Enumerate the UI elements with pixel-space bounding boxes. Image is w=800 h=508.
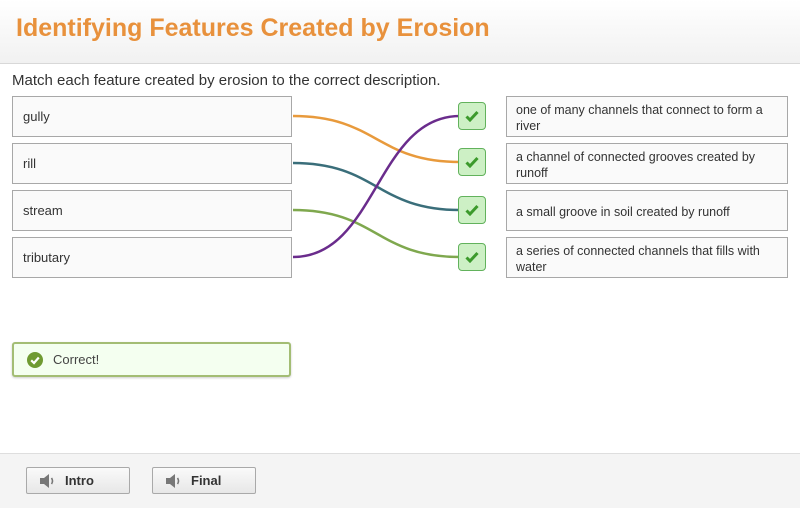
match-line-stream <box>292 208 461 259</box>
description-label: a channel of connected grooves created b… <box>516 150 756 180</box>
description-0[interactable]: one of many channels that connect to for… <box>506 96 788 137</box>
final-label: Final <box>191 473 222 488</box>
description-label: one of many channels that connect to for… <box>516 103 763 133</box>
description-label: a small groove in soil created by runoff <box>516 205 730 219</box>
speaker-icon <box>39 473 57 489</box>
description-1[interactable]: a channel of connected grooves created b… <box>506 143 788 184</box>
check-circle-icon <box>27 351 43 368</box>
feedback-banner: Correct! <box>12 342 291 377</box>
match-line-gully <box>292 114 461 164</box>
final-audio-button[interactable]: Final <box>152 467 256 494</box>
description-label: a series of connected channels that fill… <box>516 244 760 274</box>
term-label: tributary <box>23 250 70 265</box>
match-line-tributary <box>292 114 461 259</box>
term-gully[interactable]: gully <box>12 96 292 137</box>
check-icon <box>458 196 486 224</box>
check-icon <box>458 102 486 130</box>
description-2[interactable]: a small groove in soil created by runoff <box>506 190 788 231</box>
term-tributary[interactable]: tributary <box>12 237 292 278</box>
feedback-text: Correct! <box>53 352 100 367</box>
intro-label: Intro <box>65 473 94 488</box>
speaker-icon <box>165 473 183 489</box>
check-icon <box>458 243 486 271</box>
term-label: gully <box>23 109 50 124</box>
term-label: rill <box>23 156 36 171</box>
description-3[interactable]: a series of connected channels that fill… <box>506 237 788 278</box>
check-icon <box>458 148 486 176</box>
term-label: stream <box>23 203 63 218</box>
intro-audio-button[interactable]: Intro <box>26 467 130 494</box>
term-rill[interactable]: rill <box>12 143 292 184</box>
term-stream[interactable]: stream <box>12 190 292 231</box>
